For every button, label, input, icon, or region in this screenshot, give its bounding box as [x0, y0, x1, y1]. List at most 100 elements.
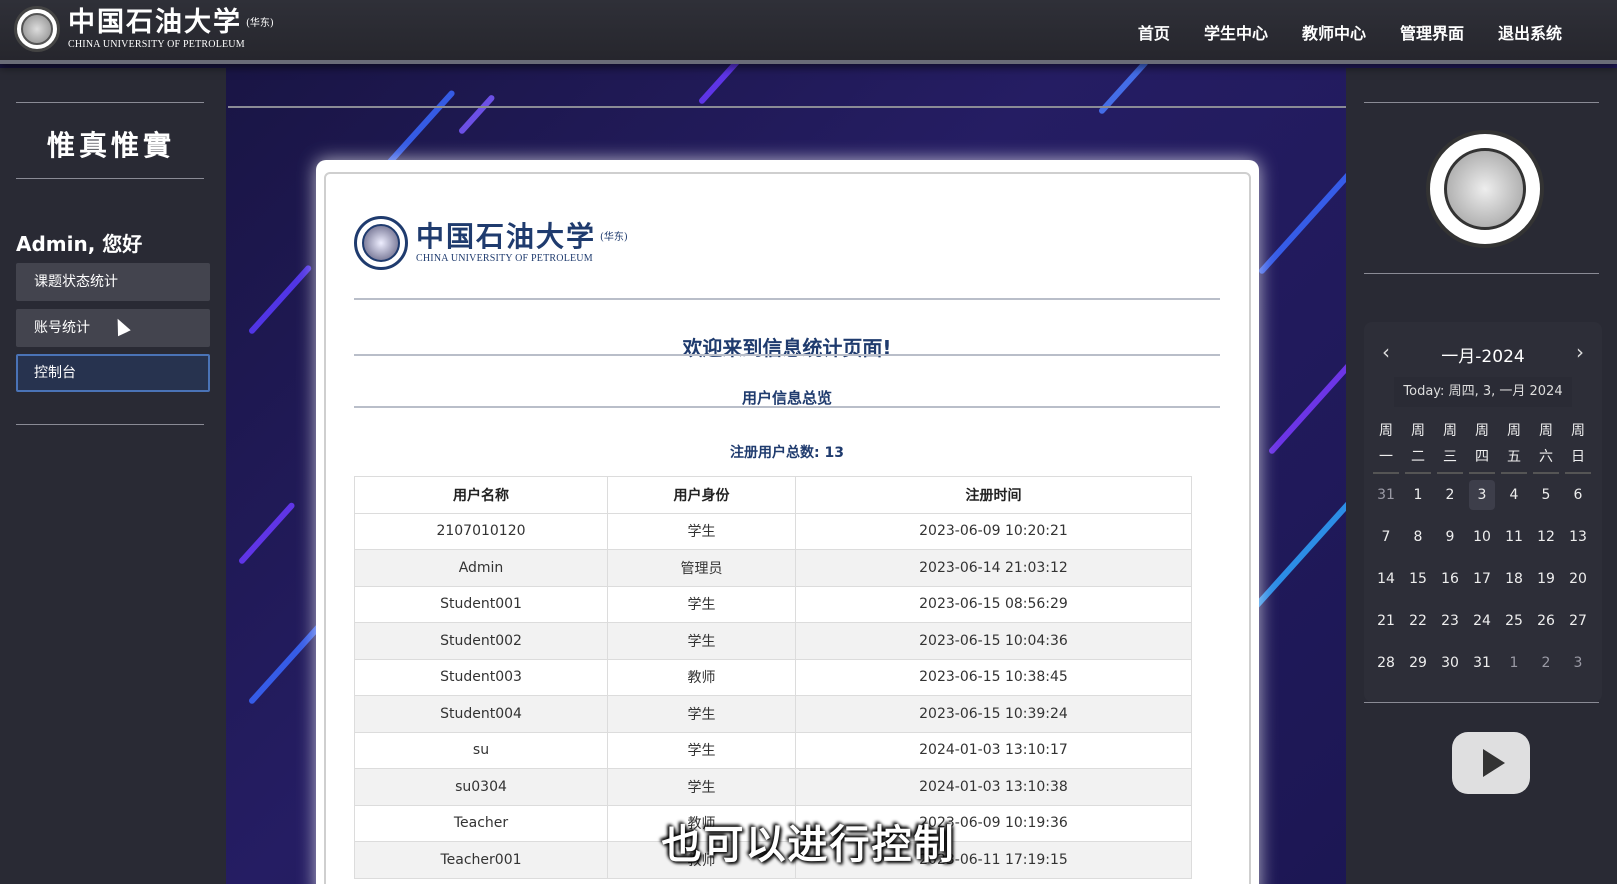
calendar-day[interactable]: 3	[1469, 480, 1495, 510]
cell-username: Student001	[354, 585, 608, 623]
calendar-day[interactable]: 28	[1370, 642, 1402, 684]
calendar-day[interactable]: 18	[1498, 558, 1530, 600]
cell-username: Student004	[354, 695, 608, 733]
calendar-day[interactable]: 3	[1562, 642, 1594, 684]
calendar-day[interactable]: 25	[1498, 600, 1530, 642]
calendar-day[interactable]: 10	[1466, 516, 1498, 558]
table-row: Student003 教师 2023-06-15 10:38:45	[354, 658, 1192, 696]
sidebar-item-account-stats[interactable]: 账号统计	[16, 309, 210, 347]
divider	[16, 424, 204, 425]
top-navbar: 中国石油大学 (华东) CHINA UNIVERSITY OF PETROLEUM…	[0, 0, 1617, 64]
calendar-weekday-day: 五	[1507, 449, 1521, 465]
calendar-weekday-day: 六	[1539, 449, 1553, 465]
calendar-day[interactable]: 31	[1466, 642, 1498, 684]
calendar-day[interactable]: 20	[1562, 558, 1594, 600]
greeting: Admin, 您好	[16, 232, 143, 256]
calendar-weekday: 周五	[1501, 418, 1527, 474]
left-sidebar: 惟真惟實 Admin, 您好 课题状态统计 账号统计 控制台	[0, 68, 226, 884]
table-row: su 学生 2024-01-03 13:10:17	[354, 731, 1192, 769]
card-brand-tag: (华东)	[600, 232, 628, 244]
stats-card: 中国石油大学 (华东) CHINA UNIVERSITY OF PETROLEUM…	[316, 160, 1259, 884]
nav-logout[interactable]: 退出系统	[1481, 20, 1579, 44]
calendar-day[interactable]: 4	[1498, 474, 1530, 516]
brand-tag: (华东)	[246, 17, 274, 29]
calendar-day[interactable]: 12	[1530, 516, 1562, 558]
calendar-weekday: 周日	[1565, 418, 1591, 474]
cell-username: Student002	[354, 622, 608, 660]
calendar-weekday: 周六	[1533, 418, 1559, 474]
calendar-weekday-prefix: 周	[1411, 423, 1425, 439]
calendar-day[interactable]: 13	[1562, 516, 1594, 558]
calendar-day[interactable]: 22	[1402, 600, 1434, 642]
calendar-weekday-prefix: 周	[1507, 423, 1521, 439]
cell-role: 学生	[607, 585, 796, 623]
cell-role: 学生	[607, 731, 796, 769]
calendar-weekday-prefix: 周	[1475, 423, 1489, 439]
calendar-day[interactable]: 23	[1434, 600, 1466, 642]
nav-home[interactable]: 首页	[1121, 20, 1187, 44]
calendar-day[interactable]: 7	[1370, 516, 1402, 558]
calendar-day[interactable]: 31	[1370, 474, 1402, 516]
calendar-weekday-day: 日	[1571, 449, 1585, 465]
calendar-day[interactable]: 24	[1466, 600, 1498, 642]
column-header-username: 用户名称	[354, 476, 608, 514]
calendar-widget: ‹ 一月-2024 › Today: 周四, 3, 一月 2024 周一周二周三…	[1364, 322, 1602, 702]
nav-student-center[interactable]: 学生中心	[1187, 20, 1285, 44]
calendar-weekday-prefix: 周	[1539, 423, 1553, 439]
table-row: Admin 管理员 2023-06-14 21:03:12	[354, 549, 1192, 587]
calendar-day[interactable]: 27	[1562, 600, 1594, 642]
calendar-weekday-day: 四	[1475, 449, 1489, 465]
cell-role: 管理员	[607, 549, 796, 587]
card-brand-name-en: CHINA UNIVERSITY OF PETROLEUM	[416, 253, 593, 265]
cell-username: Admin	[354, 549, 608, 587]
calendar-day[interactable]: 19	[1530, 558, 1562, 600]
divider	[354, 298, 1220, 300]
play-button-icon[interactable]	[1452, 732, 1530, 794]
cell-role: 学生	[607, 622, 796, 660]
calendar-day[interactable]: 14	[1370, 558, 1402, 600]
calendar-day[interactable]: 21	[1370, 600, 1402, 642]
calendar-day[interactable]: 29	[1402, 642, 1434, 684]
chevron-right-icon[interactable]: ›	[1576, 340, 1584, 364]
divider	[1364, 702, 1599, 703]
calendar-day[interactable]: 5	[1530, 474, 1562, 516]
calendar-weekday: 周一	[1373, 418, 1399, 474]
cell-register-time: 2024-01-03 13:10:17	[795, 731, 1192, 769]
main-nav: 首页 学生中心 教师中心 管理界面 退出系统	[1121, 20, 1579, 44]
calendar-day[interactable]: 26	[1530, 600, 1562, 642]
university-seal-icon	[14, 6, 60, 52]
divider	[354, 354, 1220, 356]
calendar-day[interactable]: 1	[1402, 474, 1434, 516]
calendar-weekday: 周二	[1405, 418, 1431, 474]
cell-username: su0304	[354, 768, 608, 806]
brand-logo[interactable]: 中国石油大学 (华东) CHINA UNIVERSITY OF PETROLEUM	[14, 6, 274, 52]
user-count-value: 13	[824, 445, 844, 461]
cell-role: 学生	[607, 695, 796, 733]
cell-register-time: 2023-06-15 10:39:24	[795, 695, 1192, 733]
calendar-day[interactable]: 30	[1434, 642, 1466, 684]
column-header-register-time: 注册时间	[795, 476, 1192, 514]
cell-username: su	[354, 731, 608, 769]
calendar-day[interactable]: 11	[1498, 516, 1530, 558]
nav-teacher-center[interactable]: 教师中心	[1285, 20, 1383, 44]
calendar-day[interactable]: 9	[1434, 516, 1466, 558]
table-header-row: 用户名称 用户身份 注册时间	[354, 476, 1192, 514]
calendar-day[interactable]: 1	[1498, 642, 1530, 684]
sidebar-item-topic-stats[interactable]: 课题状态统计	[16, 263, 210, 301]
card-brand-logo: 中国石油大学 (华东) CHINA UNIVERSITY OF PETROLEUM	[354, 216, 628, 270]
calendar-day[interactable]: 2	[1530, 642, 1562, 684]
calendar-day[interactable]: 2	[1434, 474, 1466, 516]
calendar-day[interactable]: 6	[1562, 474, 1594, 516]
divider	[354, 406, 1220, 408]
divider	[16, 178, 204, 179]
user-count-label: 注册用户总数:	[730, 445, 820, 461]
cell-role: 教师	[607, 658, 796, 696]
calendar-day[interactable]: 16	[1434, 558, 1466, 600]
university-seal-icon	[354, 216, 408, 270]
calendar-day[interactable]: 15	[1402, 558, 1434, 600]
nav-admin[interactable]: 管理界面	[1383, 20, 1481, 44]
cell-register-time: 2023-06-15 08:56:29	[795, 585, 1192, 623]
calendar-day[interactable]: 8	[1402, 516, 1434, 558]
sidebar-item-console[interactable]: 控制台	[16, 354, 210, 392]
calendar-day[interactable]: 17	[1466, 558, 1498, 600]
